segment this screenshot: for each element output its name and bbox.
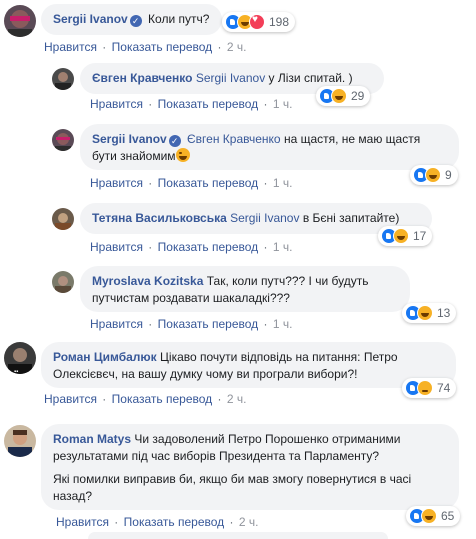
reactions-summary[interactable]: 65 bbox=[406, 506, 461, 526]
timestamp[interactable]: 1 ч. bbox=[273, 240, 293, 254]
reaction-count: 198 bbox=[269, 15, 290, 29]
comment-author[interactable]: Тетяна Васильковська bbox=[92, 211, 227, 225]
timestamp[interactable]: 2 ч. bbox=[227, 392, 247, 406]
comment-text: бути знайомим bbox=[92, 149, 176, 163]
avatar[interactable] bbox=[4, 5, 36, 37]
comment-actions: Нравится · Показать перевод · 1 ч. bbox=[90, 176, 293, 190]
like-button[interactable]: Нравится bbox=[44, 392, 97, 406]
avatar[interactable] bbox=[4, 425, 36, 457]
reaction-count: 29 bbox=[351, 89, 365, 103]
comment-bubble: Роман Цимбалюк Цікаво почути відповідь н… bbox=[41, 342, 456, 388]
comment-actions: Нравится · Показать перевод · 2 ч. bbox=[44, 392, 247, 406]
timestamp[interactable]: 1 ч. bbox=[273, 317, 293, 331]
comment-bubble: Sergii Ivanov ✓ Євген Кравченко на щастя,… bbox=[80, 124, 459, 170]
mention-link[interactable]: Євген Кравченко bbox=[187, 132, 281, 146]
comment-author[interactable]: Євген Кравченко bbox=[92, 71, 192, 85]
comment-author[interactable]: Roman Matys bbox=[53, 432, 131, 446]
love-icon bbox=[249, 14, 265, 30]
comment-text: Так, коли путч??? І чи будуть bbox=[206, 274, 369, 288]
translate-button[interactable]: Показать перевод bbox=[158, 317, 259, 331]
comment-actions: Нравится · Показать перевод · 1 ч. bbox=[90, 317, 293, 331]
haha-icon bbox=[331, 88, 347, 104]
haha-icon bbox=[425, 167, 441, 183]
comment-author[interactable]: Роман Цимбалюк bbox=[53, 350, 157, 364]
comment-author[interactable]: Sergii Ivanov bbox=[53, 12, 128, 26]
comment-bubble: Roman Matys Чи задоволений Петро Порошен… bbox=[41, 424, 459, 510]
comment-bubble: Sergii Ivanov ✓ Коли путч? bbox=[41, 4, 222, 35]
avatar[interactable] bbox=[52, 68, 74, 90]
timestamp[interactable]: 1 ч. bbox=[273, 97, 293, 111]
comment-text: Олексієвєч, на вашу думку чому ви програ… bbox=[53, 367, 358, 381]
reaction-count: 13 bbox=[437, 306, 451, 320]
reaction-count: 65 bbox=[441, 509, 455, 523]
comment-text: результатами під час виборів Президента … bbox=[53, 449, 380, 463]
comment-text: в Бєні запитайте) bbox=[302, 211, 400, 225]
reactions-summary[interactable]: 9 bbox=[410, 165, 458, 185]
comment-text: у Лізи спитай. ) bbox=[268, 71, 353, 85]
next-reply-bubble bbox=[88, 532, 388, 539]
timestamp[interactable]: 1 ч. bbox=[273, 176, 293, 190]
comment-text: путчистам роздавати шакаладкі??? bbox=[92, 291, 290, 305]
translate-button[interactable]: Показать перевод bbox=[124, 515, 225, 529]
comment-author[interactable]: Sergii Ivanov bbox=[92, 132, 167, 146]
translate-button[interactable]: Показать перевод bbox=[112, 392, 213, 406]
comment-author[interactable]: Myroslava Kozitska bbox=[92, 274, 203, 288]
laughing-emoji-icon bbox=[175, 148, 190, 162]
reactions-summary[interactable]: 13 bbox=[402, 303, 457, 323]
like-button[interactable]: Нравится bbox=[90, 176, 143, 190]
avatar[interactable] bbox=[52, 129, 74, 151]
comment-actions: Нравится · Показать перевод · 1 ч. bbox=[90, 97, 293, 111]
like-button[interactable]: Нравится bbox=[44, 40, 97, 54]
sad-icon bbox=[417, 380, 433, 396]
haha-icon bbox=[393, 228, 409, 244]
comment-actions: Нравится · Показать перевод · 2 ч. bbox=[56, 515, 259, 529]
reactions-summary[interactable]: 29 bbox=[316, 86, 371, 106]
comment-actions: Нравится · Показать перевод · 1 ч. bbox=[90, 240, 293, 254]
reactions-summary[interactable]: 17 bbox=[378, 226, 433, 246]
translate-button[interactable]: Показать перевод bbox=[158, 240, 259, 254]
avatar[interactable] bbox=[52, 208, 74, 230]
verified-badge-icon: ✓ bbox=[129, 15, 142, 27]
like-button[interactable]: Нравится bbox=[90, 97, 143, 111]
comment-bubble: Myroslava Kozitska Так, коли путч??? І ч… bbox=[80, 266, 410, 312]
like-button[interactable]: Нравится bbox=[90, 317, 143, 331]
translate-button[interactable]: Показать перевод bbox=[158, 176, 259, 190]
reaction-count: 9 bbox=[445, 168, 452, 182]
mention-link[interactable]: Sergii Ivanov bbox=[230, 211, 299, 225]
reactions-summary[interactable]: 198 bbox=[222, 12, 296, 32]
comment-actions: Нравится · Показать перевод · 2 ч. bbox=[44, 40, 247, 54]
reactions-summary[interactable]: 74 bbox=[402, 378, 457, 398]
avatar[interactable]: ▪▪ bbox=[4, 342, 36, 374]
haha-icon bbox=[421, 508, 437, 524]
comment-text: Які помилки виправив би, якщо би мав змо… bbox=[53, 472, 412, 486]
timestamp[interactable]: 2 ч. bbox=[239, 515, 259, 529]
mention-link[interactable]: Sergii Ivanov bbox=[196, 71, 265, 85]
timestamp[interactable]: 2 ч. bbox=[227, 40, 247, 54]
verified-badge-icon: ✓ bbox=[168, 135, 181, 147]
like-button[interactable]: Нравится bbox=[90, 240, 143, 254]
comment-text: на щастя, не маю щастя bbox=[283, 132, 421, 146]
svg-text:▪▪: ▪▪ bbox=[14, 369, 18, 374]
comment-text: Коли путч? bbox=[148, 12, 210, 26]
avatar[interactable] bbox=[52, 271, 74, 293]
like-button[interactable]: Нравится bbox=[56, 515, 109, 529]
reaction-count: 17 bbox=[413, 229, 427, 243]
comment-text: Чи задоволений Петро Порошенко отриманим… bbox=[134, 432, 401, 446]
comment-text: назад? bbox=[53, 489, 93, 503]
comment-text: Цікаво почути відповідь на питання: Петр… bbox=[160, 350, 398, 364]
haha-icon bbox=[417, 305, 433, 321]
reaction-count: 74 bbox=[437, 381, 451, 395]
translate-button[interactable]: Показать перевод bbox=[158, 97, 259, 111]
translate-button[interactable]: Показать перевод bbox=[112, 40, 213, 54]
